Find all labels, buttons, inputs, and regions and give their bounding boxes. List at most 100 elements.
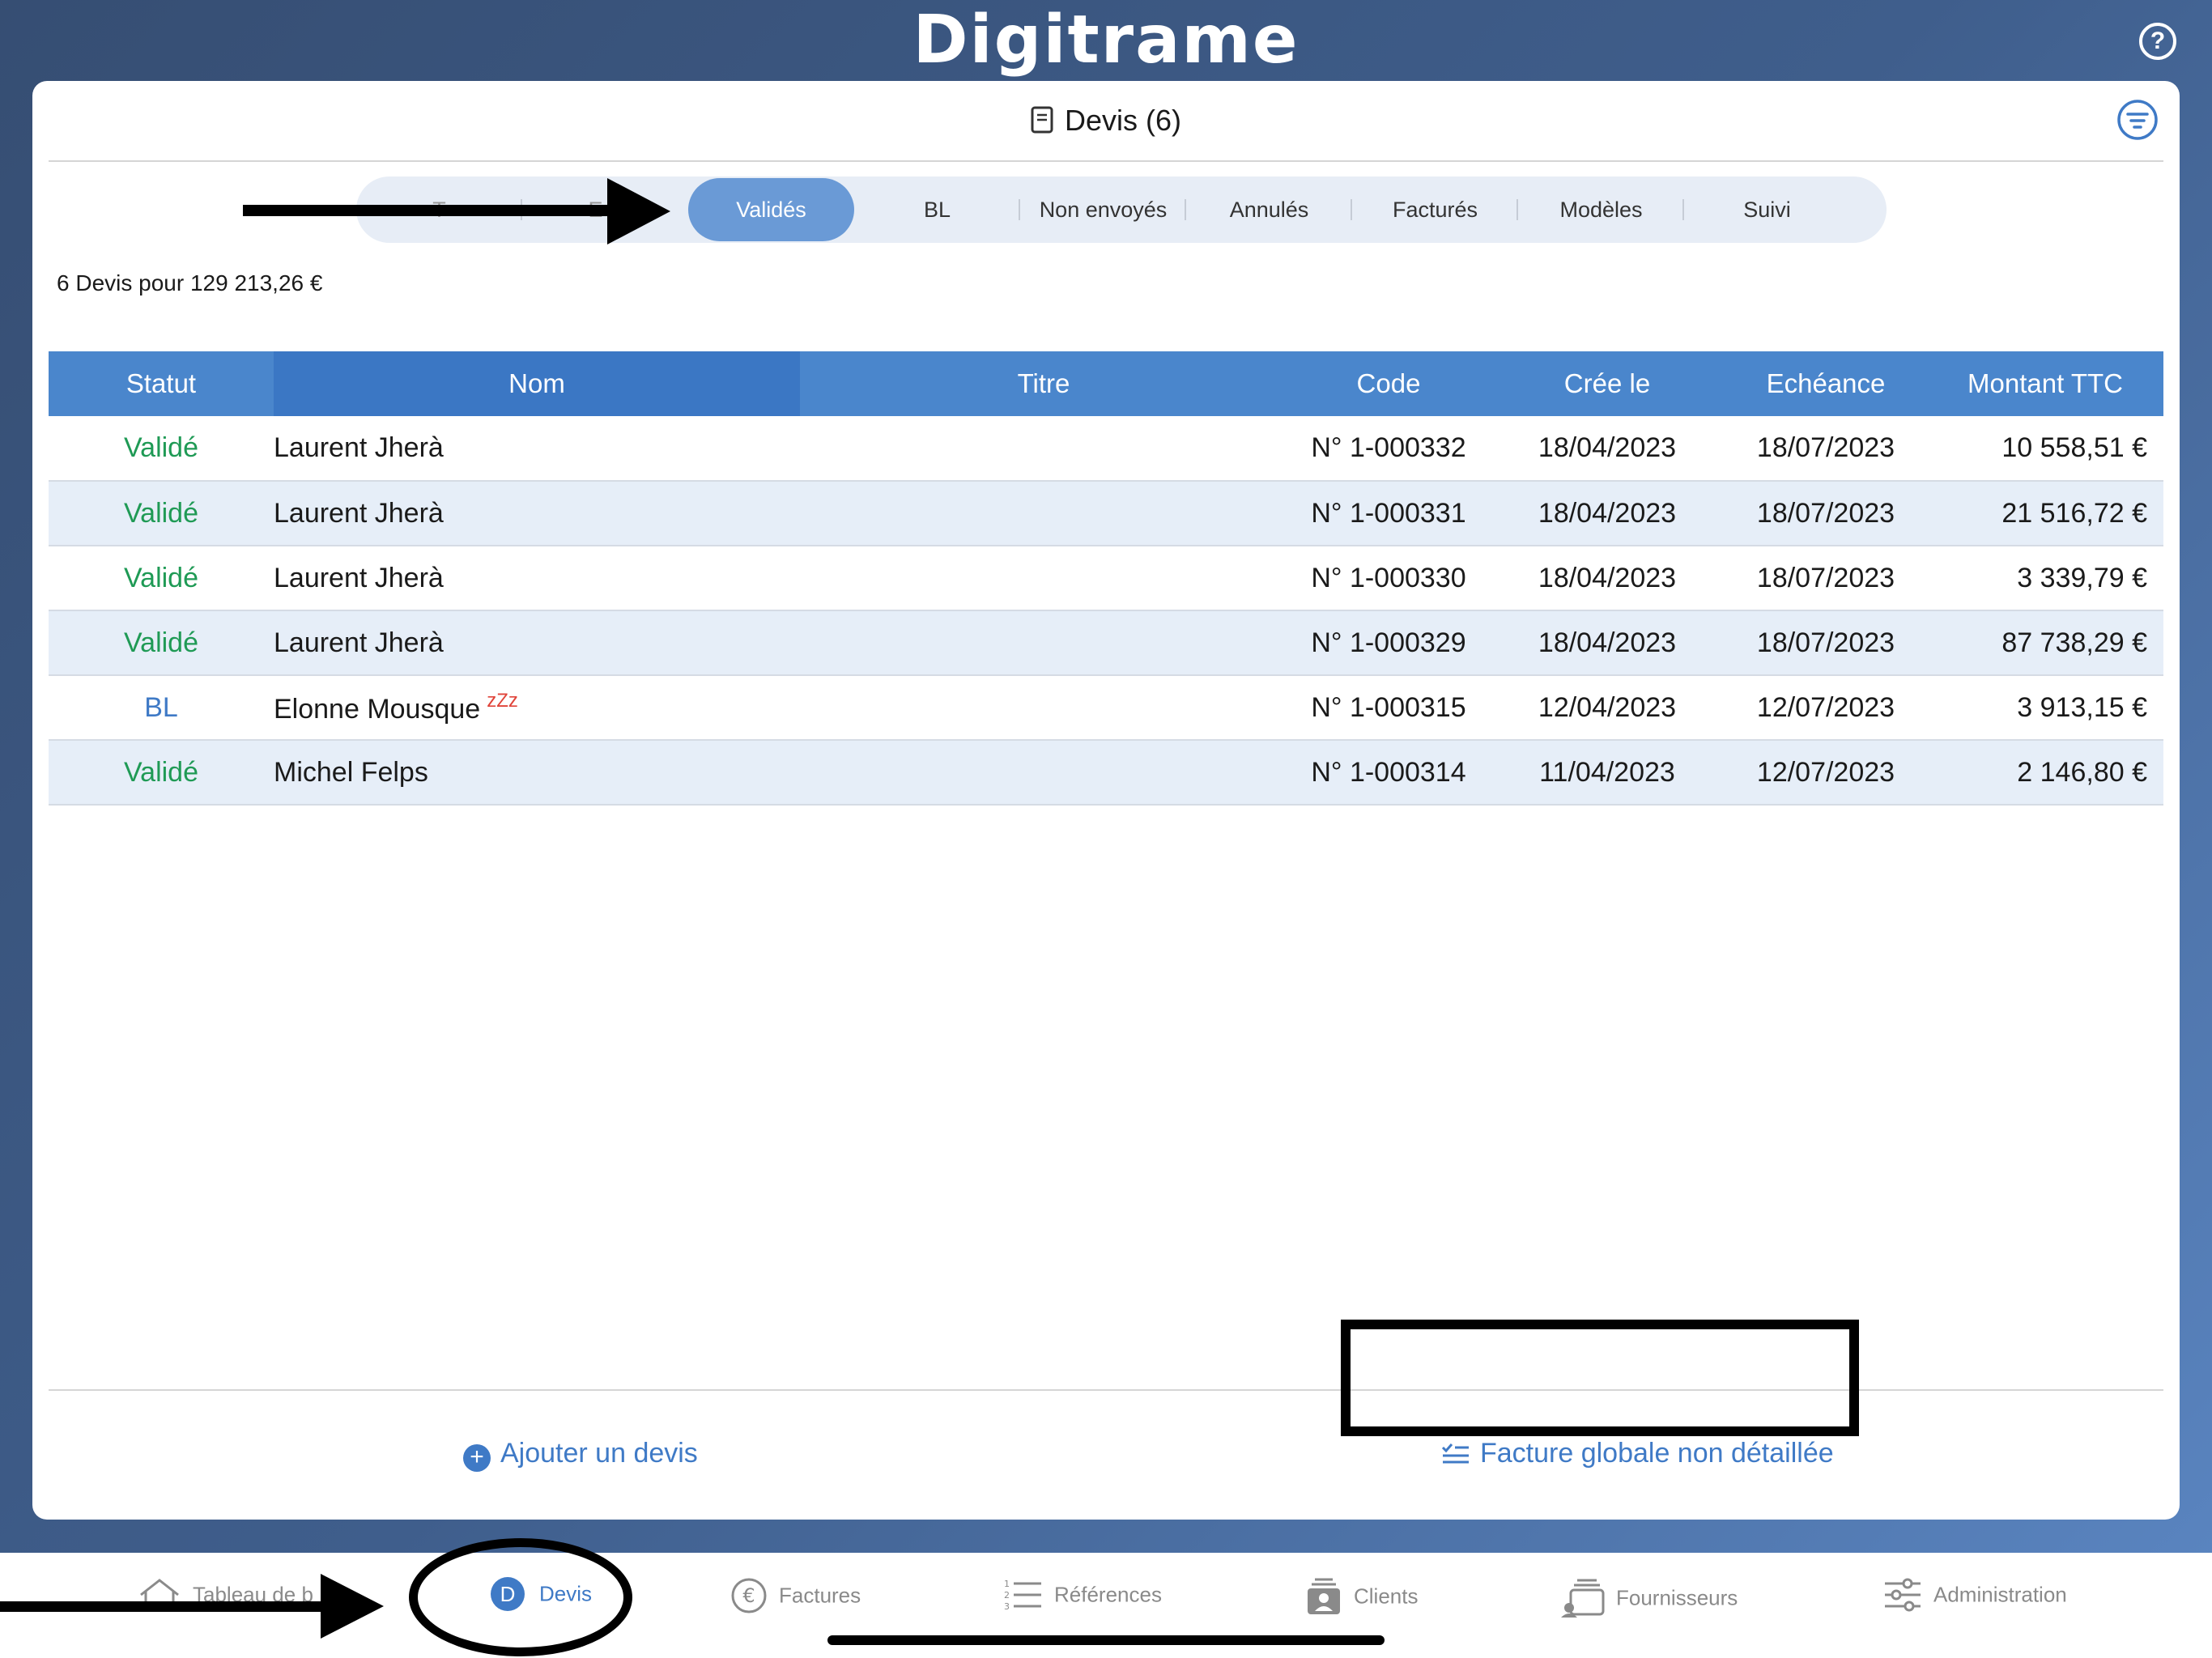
table-row[interactable]: Validé Laurent Jherà N° 1-000332 18/04/2… — [49, 416, 2163, 482]
cree-cell: 12/04/2023 — [1490, 675, 1725, 741]
segment-factures[interactable]: Facturés — [1352, 176, 1518, 243]
code-cell: N° 1-000314 — [1287, 740, 1490, 806]
tab-label: Clients — [1354, 1584, 1419, 1609]
code-cell: N° 1-000330 — [1287, 546, 1490, 611]
annotation-circle-devis-tab — [409, 1538, 632, 1656]
echeance-cell: 18/07/2023 — [1725, 416, 1927, 482]
devis-card: Devis (6) T E A Validés BL Non envoyés A… — [32, 81, 2180, 1520]
titre-cell — [800, 416, 1287, 482]
montant-cell: 2 146,80 € — [1927, 740, 2163, 806]
status-cell: Validé — [49, 481, 274, 546]
sliders-icon — [1885, 1578, 1921, 1612]
tab-label: Fournisseurs — [1616, 1585, 1738, 1610]
nom-cell: Laurent Jherà — [274, 546, 800, 611]
segment-valides[interactable]: Validés — [688, 178, 854, 241]
nom-cell: Elonne Mousque zZz — [274, 675, 800, 741]
tab-references[interactable]: 1 2 3 Références — [1004, 1577, 1162, 1626]
code-cell: N° 1-000332 — [1287, 416, 1490, 482]
plus-circle-icon: + — [463, 1444, 491, 1472]
column-header-echeance[interactable]: Echéance — [1725, 351, 1927, 416]
segment-suivi[interactable]: Suivi — [1684, 176, 1850, 243]
titre-cell — [800, 610, 1287, 676]
segment-annules[interactable]: Annulés — [1186, 176, 1352, 243]
code-cell: N° 1-000329 — [1287, 610, 1490, 676]
question-circle-icon[interactable]: ? — [2139, 23, 2176, 60]
contact-card-icon — [1308, 1578, 1340, 1614]
tab-factures[interactable]: € Factures — [730, 1577, 861, 1626]
add-devis-button[interactable]: + Ajouter un devis — [463, 1438, 698, 1472]
top-bar: Digitrame ? — [0, 0, 2212, 81]
montant-cell: 10 558,51 € — [1927, 416, 2163, 482]
status-cell: Validé — [49, 740, 274, 806]
page-title-text: Devis (6) — [1064, 104, 1182, 137]
home-indicator — [827, 1635, 1385, 1645]
svg-text:1: 1 — [1004, 1579, 1010, 1589]
table-header-row: Statut Nom Titre Code Crée le Echéance M… — [49, 351, 2163, 416]
tab-label: Administration — [1933, 1582, 2067, 1607]
echeance-cell: 12/07/2023 — [1725, 740, 1927, 806]
nom-cell: Laurent Jherà — [274, 416, 800, 482]
cree-cell: 18/04/2023 — [1490, 610, 1725, 676]
tab-clients[interactable]: Clients — [1305, 1577, 1418, 1626]
svg-text:3: 3 — [1004, 1601, 1010, 1612]
status-cell: Validé — [49, 610, 274, 676]
add-devis-label: Ajouter un devis — [500, 1438, 698, 1469]
status-cell: Validé — [49, 416, 274, 482]
column-header-cree-le[interactable]: Crée le — [1490, 351, 1725, 416]
table-row[interactable]: BL Elonne Mousque zZz N° 1-000315 12/04/2… — [49, 675, 2163, 741]
checklist-icon — [1441, 1443, 1469, 1464]
app-logo: Digitrame — [912, 2, 1300, 79]
titre-cell — [800, 546, 1287, 611]
titre-cell — [800, 740, 1287, 806]
column-header-statut[interactable]: Statut — [49, 351, 274, 416]
cree-cell: 18/04/2023 — [1490, 546, 1725, 611]
montant-cell: 21 516,72 € — [1927, 481, 2163, 546]
filter-icon[interactable] — [2116, 99, 2159, 141]
cree-cell: 18/04/2023 — [1490, 481, 1725, 546]
montant-cell: 87 738,29 € — [1927, 610, 2163, 676]
titre-cell — [800, 481, 1287, 546]
echeance-cell: 18/07/2023 — [1725, 546, 1927, 611]
montant-cell: 3 913,15 € — [1927, 675, 2163, 741]
table-row[interactable]: Validé Laurent Jherà N° 1-000329 18/04/2… — [49, 610, 2163, 676]
status-cell: Validé — [49, 546, 274, 611]
supplier-icon — [1561, 1579, 1605, 1618]
echeance-cell: 12/07/2023 — [1725, 675, 1927, 741]
document-icon — [1031, 106, 1053, 134]
code-cell: N° 1-000315 — [1287, 675, 1490, 741]
tab-label: Factures — [779, 1583, 861, 1608]
table-row[interactable]: Validé Michel Felps N° 1-000314 11/04/20… — [49, 740, 2163, 806]
segment-bl[interactable]: BL — [854, 176, 1020, 243]
column-header-titre[interactable]: Titre — [800, 351, 1287, 416]
tab-administration[interactable]: Administration — [1883, 1577, 2067, 1626]
nom-cell: Laurent Jherà — [274, 481, 800, 546]
annotation-arrow-segments — [243, 178, 670, 244]
column-header-code[interactable]: Code — [1287, 351, 1490, 416]
euro-icon: € — [731, 1578, 767, 1613]
echeance-cell: 18/07/2023 — [1725, 481, 1927, 546]
nom-cell: Laurent Jherà — [274, 610, 800, 676]
segment-modeles[interactable]: Modèles — [1518, 176, 1684, 243]
page-title: Devis (6) — [49, 104, 2163, 138]
code-cell: N° 1-000331 — [1287, 481, 1490, 546]
devis-summary: 6 Devis pour 129 213,26 € — [57, 270, 323, 295]
tab-fournisseurs[interactable]: Fournisseurs — [1559, 1577, 1738, 1626]
numbered-list-icon: 1 2 3 — [1004, 1579, 1041, 1612]
column-header-nom[interactable]: Nom — [274, 351, 800, 416]
devis-table: Statut Nom Titre Code Crée le Echéance M… — [49, 351, 2163, 806]
svg-text:2: 2 — [1004, 1590, 1010, 1601]
global-invoice-button[interactable]: Facture globale non détaillée — [1441, 1438, 1834, 1469]
tab-label: Références — [1054, 1582, 1162, 1607]
table-row[interactable]: Validé Laurent Jherà N° 1-000331 18/04/2… — [49, 481, 2163, 546]
titre-cell — [800, 675, 1287, 741]
global-invoice-label: Facture globale non détaillée — [1480, 1438, 1834, 1469]
cree-cell: 18/04/2023 — [1490, 416, 1725, 482]
status-cell: BL — [49, 675, 274, 741]
table-row[interactable]: Validé Laurent Jherà N° 1-000330 18/04/2… — [49, 546, 2163, 611]
nom-text: Elonne Mousque — [274, 694, 481, 725]
column-header-montant[interactable]: Montant TTC — [1927, 351, 2163, 416]
montant-cell: 3 339,79 € — [1927, 546, 2163, 611]
segment-non-envoyes[interactable]: Non envoyés — [1020, 176, 1186, 243]
annotation-arrow-tabbar — [0, 1574, 384, 1639]
nom-cell: Michel Felps — [274, 740, 800, 806]
